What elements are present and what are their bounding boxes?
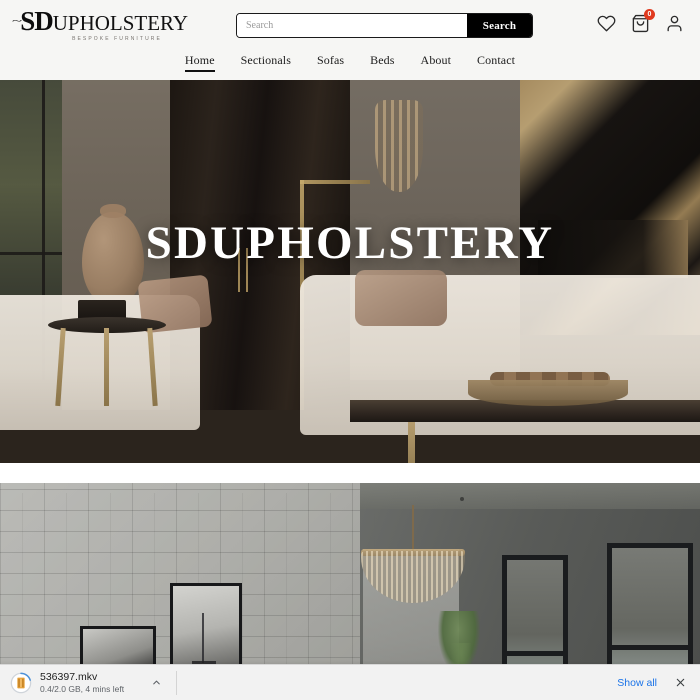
download-file-name: 536397.mkv (40, 670, 98, 683)
show-all-downloads-button[interactable]: Show all (610, 673, 664, 693)
download-shelf-actions: Show all (610, 673, 700, 693)
logo-swash-icon: ~ (11, 15, 23, 27)
logo-tagline: BESPOKE FURNITURE (72, 36, 162, 42)
logo-monogram: SD (20, 6, 54, 36)
nav-item-contact[interactable]: Contact (477, 53, 515, 72)
s2-window-left-mullion (502, 651, 568, 656)
s2-ceiling-light-dot (460, 497, 464, 501)
hero-pillow-right (355, 270, 447, 326)
download-shelf-divider (176, 670, 178, 695)
logo-wordmark-text: UPHOLSTERY (52, 11, 189, 35)
download-item[interactable]: 536397.mkv 0.4/2.0 GB, 4 mins left (0, 665, 164, 700)
hero-side-table-leg-b (104, 328, 109, 406)
search-input[interactable] (237, 14, 467, 37)
header-icon-group: 0 (597, 9, 684, 33)
search-button[interactable]: Search (467, 14, 532, 37)
user-icon[interactable] (665, 14, 684, 33)
cart-count-badge: 0 (644, 9, 655, 20)
shopping-bag-icon[interactable]: 0 (631, 9, 655, 33)
download-progress-icon (10, 672, 32, 694)
hero-title: SDUPHOLSTERY (145, 217, 555, 269)
hero-wall-sconce (375, 100, 423, 192)
logo-wordmark: ~ SD UPHOLSTERY (12, 8, 188, 35)
hero-decor-bowl (468, 380, 628, 406)
close-icon[interactable] (670, 673, 690, 693)
main-navigation: Home Sectionals Sofas Beds About Contact (0, 50, 700, 80)
heart-icon[interactable] (597, 14, 616, 33)
s2-ceiling (360, 483, 700, 509)
nav-item-sofas[interactable]: Sofas (317, 53, 344, 72)
header-top-bar: ~ SD UPHOLSTERY BESPOKE FURNITURE Search (0, 0, 700, 50)
search-bar[interactable]: Search (236, 13, 533, 38)
chevron-up-icon[interactable] (148, 675, 164, 691)
s2-chandelier-cord (412, 505, 414, 553)
site-logo[interactable]: ~ SD UPHOLSTERY BESPOKE FURNITURE (12, 8, 188, 43)
download-shelf: 536397.mkv 0.4/2.0 GB, 4 mins left Show … (0, 664, 700, 700)
s2-art-plant-stem (202, 613, 204, 663)
site-header: ~ SD UPHOLSTERY BESPOKE FURNITURE Search (0, 0, 700, 80)
nav-item-beds[interactable]: Beds (370, 53, 394, 72)
nav-item-about[interactable]: About (421, 53, 452, 72)
download-file-status: 0.4/2.0 GB, 4 mins left (40, 683, 125, 694)
s2-window-right-mullion (607, 645, 693, 650)
hero-section: SDUPHOLSTERY (0, 80, 700, 463)
download-details: 536397.mkv 0.4/2.0 GB, 4 mins left (40, 671, 124, 695)
hero-coffee-table-leg (408, 422, 415, 463)
nav-item-sectionals[interactable]: Sectionals (241, 53, 291, 72)
section-divider (0, 463, 700, 483)
hero-floor-lamp-arm (300, 180, 370, 184)
nav-item-home[interactable]: Home (184, 53, 215, 72)
